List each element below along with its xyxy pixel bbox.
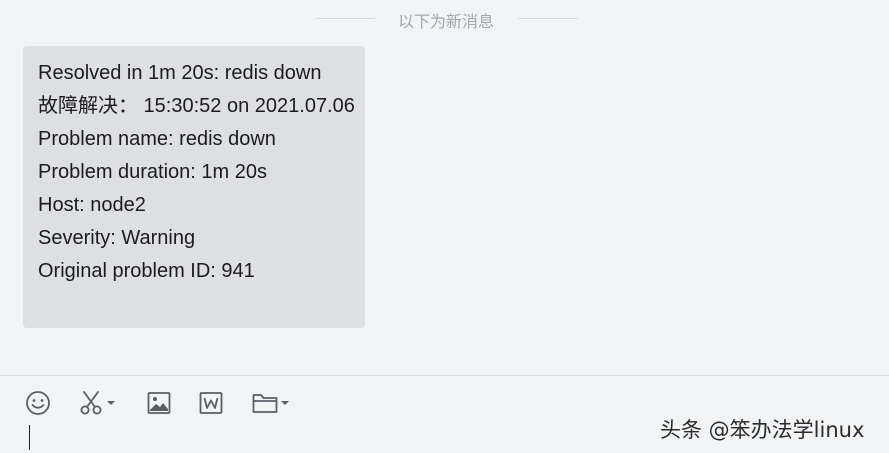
send-file-button[interactable] <box>252 388 289 418</box>
message-line-problem-duration: Problem duration: 1m 20s <box>38 161 268 183</box>
message-line-problem-name: Problem name: redis down <box>38 128 276 150</box>
emoji-icon <box>26 391 50 415</box>
new-messages-divider: 以下为新消息 <box>0 6 889 31</box>
word-doc-icon <box>199 392 223 414</box>
watermark-text: 头条 @笨办法学linux <box>660 418 865 442</box>
message-line-resolved-time: 故障解决： 15:30:52 on 2021.07.06 <box>38 95 355 117</box>
message-line-resolved: Resolved in 1m 20s: redis down <box>38 62 322 84</box>
screenshot-button[interactable] <box>78 388 115 418</box>
scissors-icon <box>80 391 102 415</box>
send-image-button[interactable] <box>147 388 171 418</box>
message-line-problem-id: Original problem ID: 941 <box>38 260 255 282</box>
text-input-cursor[interactable] <box>29 425 30 450</box>
new-messages-label: 以下为新消息 <box>397 12 494 31</box>
emoji-button[interactable] <box>25 388 51 418</box>
message-line-severity: Severity: Warning <box>38 227 196 249</box>
folder-icon <box>252 394 278 413</box>
chevron-down-icon[interactable] <box>107 400 115 406</box>
divider-line-right <box>518 18 578 19</box>
divider-line-left <box>315 18 375 19</box>
message-bubble[interactable]: Resolved in 1m 20s: redis down 故障解决： 15:… <box>23 46 365 328</box>
message-line-host: Host: node2 <box>38 194 146 216</box>
image-icon <box>147 392 171 414</box>
send-document-button[interactable] <box>199 388 223 418</box>
chevron-down-icon[interactable] <box>281 400 289 406</box>
